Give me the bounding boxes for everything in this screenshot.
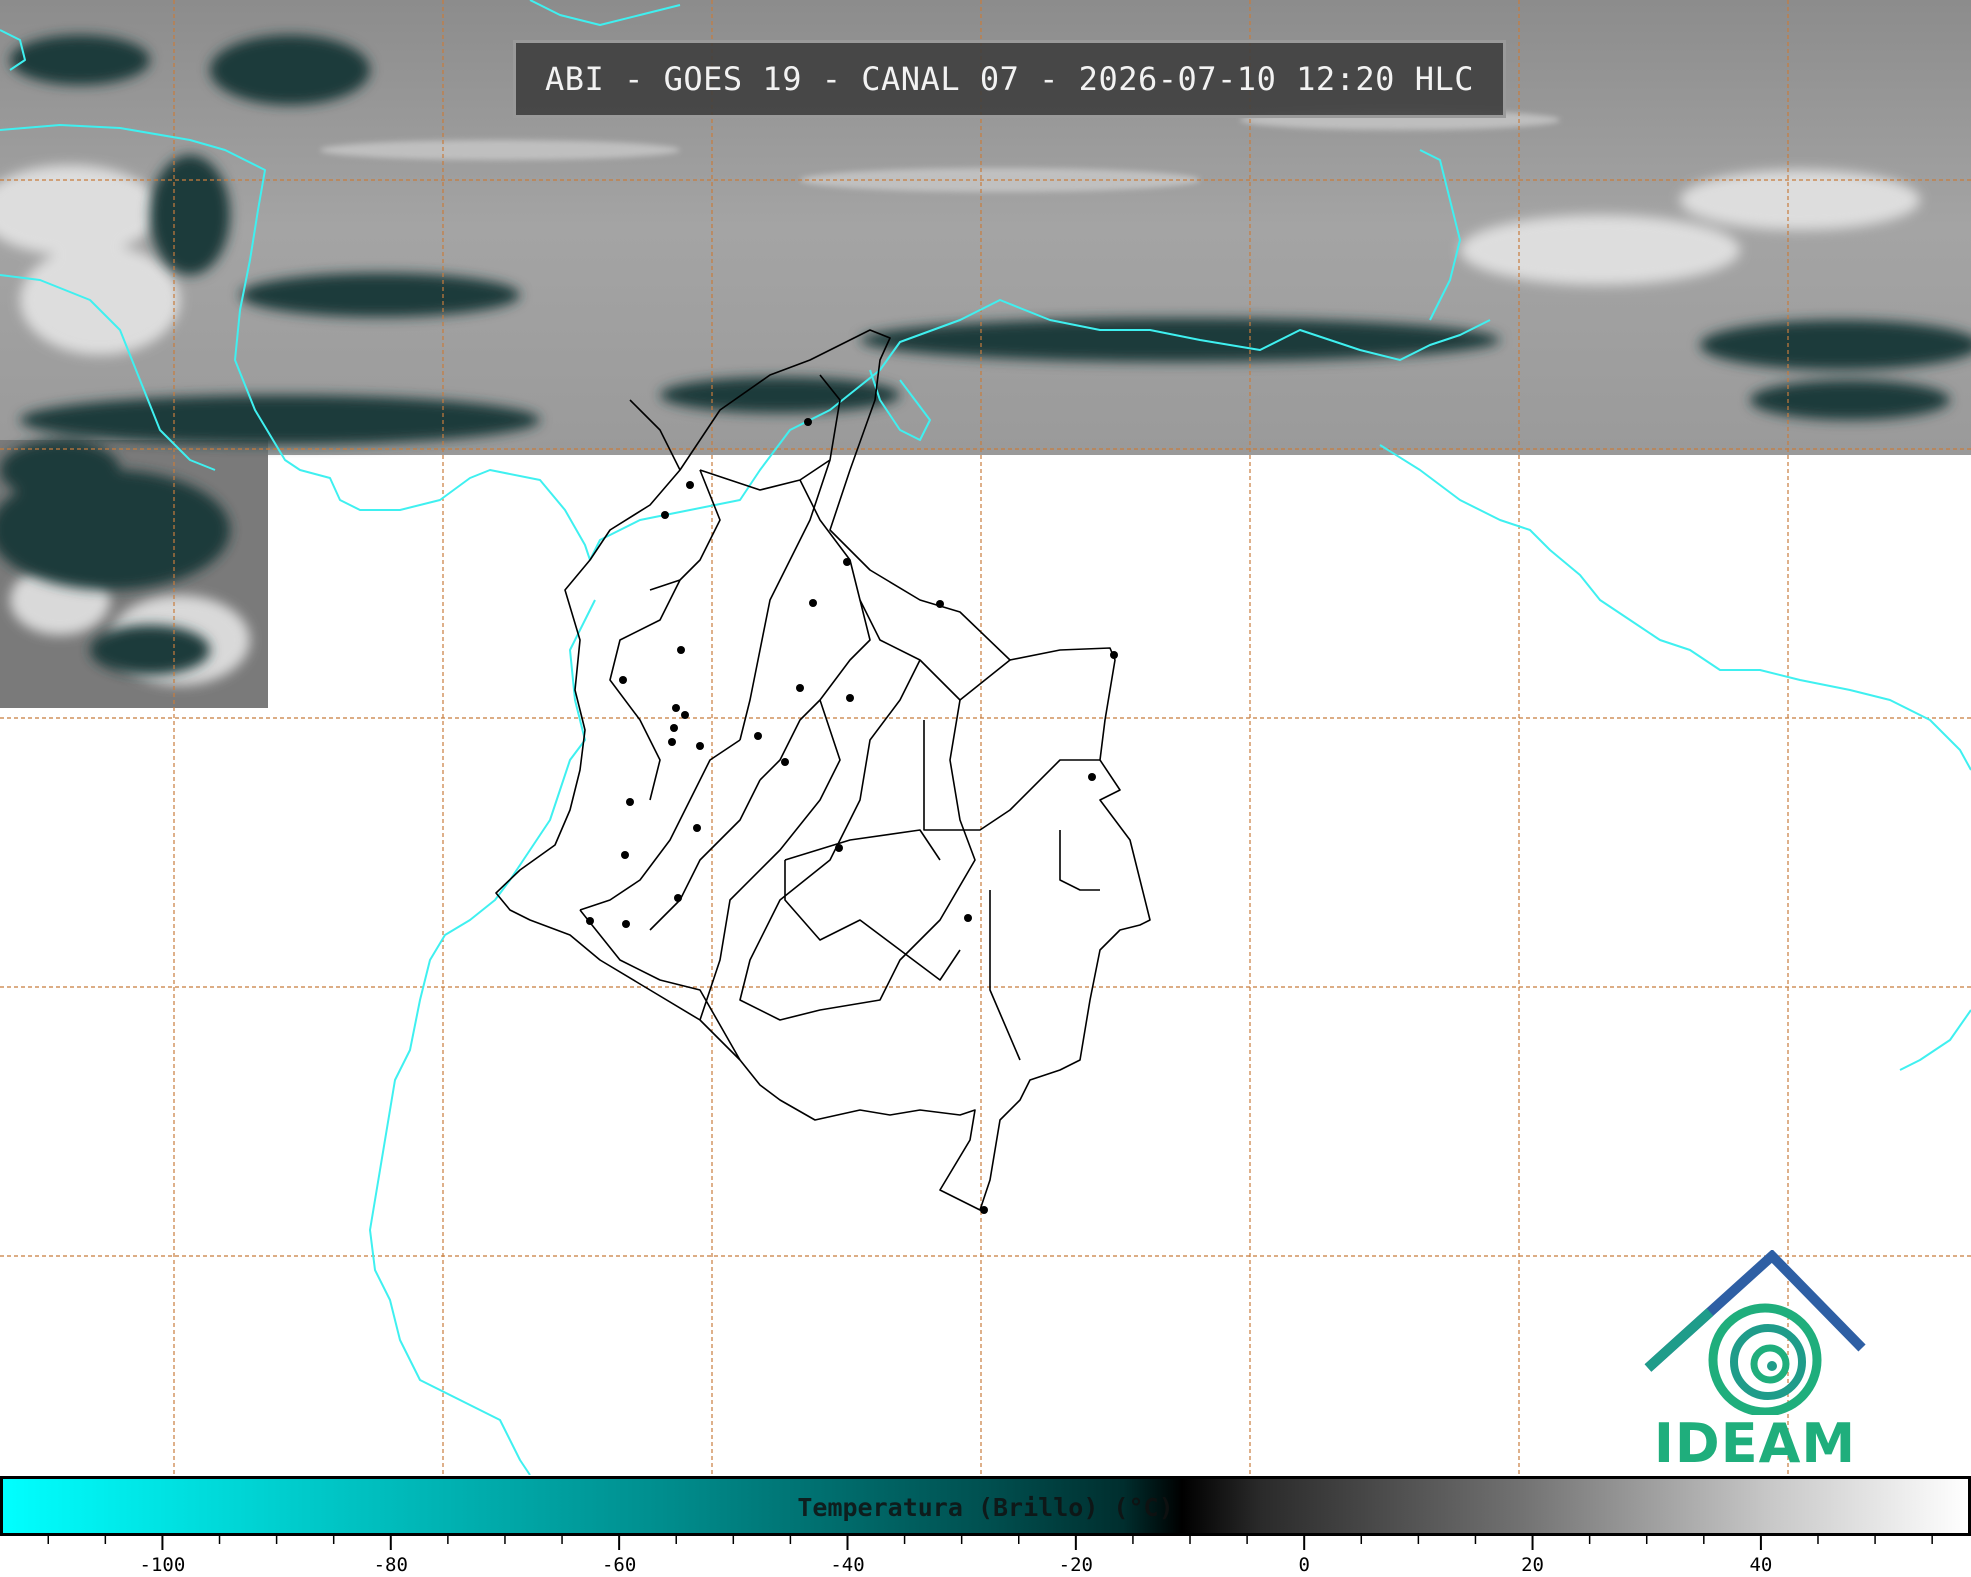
colorbar-tick-label: -20 [1059, 1554, 1093, 1576]
ideam-logo: IDEAM [1640, 1249, 1870, 1475]
colorbar-ticks: -100 -80 -60 -40 -20 0 20 40 [47, 1536, 1933, 1576]
colorbar-tick-label: -60 [602, 1554, 636, 1576]
colorbar-tick-label: 20 [1521, 1554, 1544, 1576]
title-box: ABI - GOES 19 - CANAL 07 - 2026-07-10 12… [513, 40, 1506, 118]
colorbar-tick-label: -100 [140, 1554, 186, 1576]
colorbar-tick-label: -40 [830, 1554, 864, 1576]
logo-text: IDEAM [1653, 1412, 1857, 1475]
colorbar-label: Temperatura (Brillo) (°C) [797, 1493, 1174, 1522]
map-title: ABI - GOES 19 - CANAL 07 - 2026-07-10 12… [545, 60, 1474, 98]
colombia-borders [495, 329, 1151, 1211]
temperature-colorbar: Temperatura (Brillo) (°C) [0, 1476, 1971, 1536]
ideam-emblem-icon [1644, 1249, 1866, 1417]
colorbar-tick-label: 0 [1298, 1554, 1309, 1576]
colorbar-tick-label: 40 [1749, 1554, 1772, 1576]
colorbar-tick-label: -80 [374, 1554, 408, 1576]
